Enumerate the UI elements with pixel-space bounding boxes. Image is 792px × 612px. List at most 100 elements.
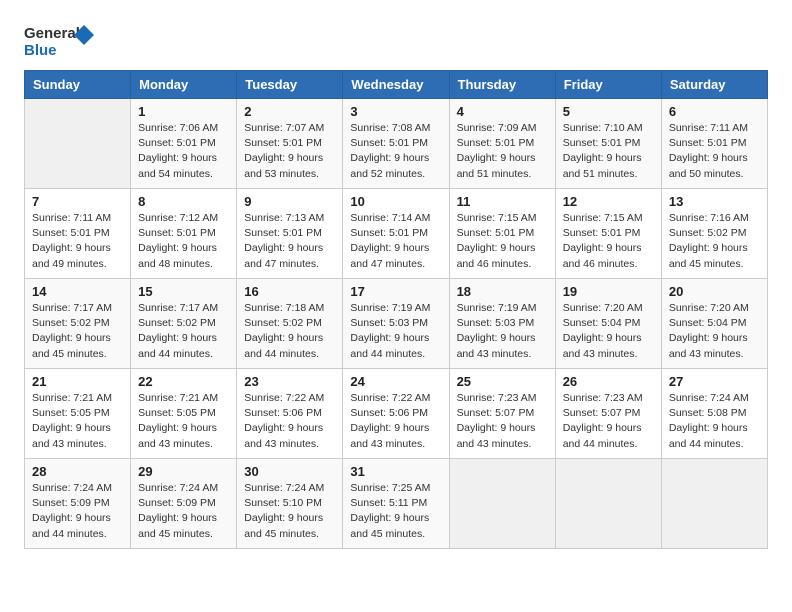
- day-number: 24: [350, 374, 441, 389]
- day-info: Sunrise: 7:09 AM Sunset: 5:01 PM Dayligh…: [457, 121, 548, 182]
- day-info: Sunrise: 7:25 AM Sunset: 5:11 PM Dayligh…: [350, 481, 441, 542]
- svg-text:General: General: [24, 25, 80, 42]
- weekday-header-monday: Monday: [131, 71, 237, 99]
- day-cell: 22 Sunrise: 7:21 AM Sunset: 5:05 PM Dayli…: [131, 369, 237, 459]
- day-cell: 23 Sunrise: 7:22 AM Sunset: 5:06 PM Dayli…: [237, 369, 343, 459]
- day-cell: [661, 459, 767, 549]
- day-cell: 19 Sunrise: 7:20 AM Sunset: 5:04 PM Dayli…: [555, 279, 661, 369]
- day-info: Sunrise: 7:24 AM Sunset: 5:09 PM Dayligh…: [32, 481, 123, 542]
- day-cell: 7Sunrise: 7:11 AM Sunset: 5:01 PM Daylig…: [25, 189, 131, 279]
- day-number: 10: [350, 194, 441, 209]
- day-info: Sunrise: 7:18 AM Sunset: 5:02 PM Dayligh…: [244, 301, 335, 362]
- day-cell: 25 Sunrise: 7:23 AM Sunset: 5:07 PM Dayli…: [449, 369, 555, 459]
- day-number: 25: [457, 374, 548, 389]
- day-cell: 31 Sunrise: 7:25 AM Sunset: 5:11 PM Dayli…: [343, 459, 449, 549]
- day-number: 27: [669, 374, 760, 389]
- day-info: Sunrise: 7:19 AM Sunset: 5:03 PM Dayligh…: [457, 301, 548, 362]
- day-number: 9: [244, 194, 335, 209]
- weekday-header-saturday: Saturday: [661, 71, 767, 99]
- day-cell: 26 Sunrise: 7:23 AM Sunset: 5:07 PM Dayli…: [555, 369, 661, 459]
- day-info: Sunrise: 7:15 AM Sunset: 5:01 PM Dayligh…: [563, 211, 654, 272]
- day-info: Sunrise: 7:24 AM Sunset: 5:09 PM Dayligh…: [138, 481, 229, 542]
- day-info: Sunrise: 7:06 AM Sunset: 5:01 PM Dayligh…: [138, 121, 229, 182]
- day-number: 30: [244, 464, 335, 479]
- day-cell: [449, 459, 555, 549]
- day-number: 14: [32, 284, 123, 299]
- day-info: Sunrise: 7:17 AM Sunset: 5:02 PM Dayligh…: [32, 301, 123, 362]
- day-number: 26: [563, 374, 654, 389]
- day-number: 16: [244, 284, 335, 299]
- day-cell: 11 Sunrise: 7:15 AM Sunset: 5:01 PM Dayli…: [449, 189, 555, 279]
- day-number: 2: [244, 104, 335, 119]
- day-cell: 18 Sunrise: 7:19 AM Sunset: 5:03 PM Dayli…: [449, 279, 555, 369]
- day-number: 6: [669, 104, 760, 119]
- day-info: Sunrise: 7:21 AM Sunset: 5:05 PM Dayligh…: [32, 391, 123, 452]
- weekday-header-tuesday: Tuesday: [237, 71, 343, 99]
- day-cell: 30 Sunrise: 7:24 AM Sunset: 5:10 PM Dayli…: [237, 459, 343, 549]
- logo: GeneralBlue: [24, 20, 94, 60]
- day-cell: 8 Sunrise: 7:12 AM Sunset: 5:01 PM Daylig…: [131, 189, 237, 279]
- day-cell: 29 Sunrise: 7:24 AM Sunset: 5:09 PM Dayli…: [131, 459, 237, 549]
- day-cell: 10 Sunrise: 7:14 AM Sunset: 5:01 PM Dayli…: [343, 189, 449, 279]
- day-cell: 1Sunrise: 7:06 AM Sunset: 5:01 PM Daylig…: [131, 99, 237, 189]
- day-info: Sunrise: 7:20 AM Sunset: 5:04 PM Dayligh…: [563, 301, 654, 362]
- day-cell: 4 Sunrise: 7:09 AM Sunset: 5:01 PM Daylig…: [449, 99, 555, 189]
- day-info: Sunrise: 7:20 AM Sunset: 5:04 PM Dayligh…: [669, 301, 760, 362]
- day-number: 23: [244, 374, 335, 389]
- day-info: Sunrise: 7:15 AM Sunset: 5:01 PM Dayligh…: [457, 211, 548, 272]
- day-cell: 3Sunrise: 7:08 AM Sunset: 5:01 PM Daylig…: [343, 99, 449, 189]
- day-cell: 17 Sunrise: 7:19 AM Sunset: 5:03 PM Dayli…: [343, 279, 449, 369]
- day-cell: 9Sunrise: 7:13 AM Sunset: 5:01 PM Daylig…: [237, 189, 343, 279]
- day-info: Sunrise: 7:11 AM Sunset: 5:01 PM Dayligh…: [669, 121, 760, 182]
- weekday-header-wednesday: Wednesday: [343, 71, 449, 99]
- day-cell: 2Sunrise: 7:07 AM Sunset: 5:01 PM Daylig…: [237, 99, 343, 189]
- day-number: 29: [138, 464, 229, 479]
- day-number: 21: [32, 374, 123, 389]
- day-info: Sunrise: 7:16 AM Sunset: 5:02 PM Dayligh…: [669, 211, 760, 272]
- day-info: Sunrise: 7:10 AM Sunset: 5:01 PM Dayligh…: [563, 121, 654, 182]
- day-info: Sunrise: 7:21 AM Sunset: 5:05 PM Dayligh…: [138, 391, 229, 452]
- day-number: 11: [457, 194, 548, 209]
- day-info: Sunrise: 7:24 AM Sunset: 5:10 PM Dayligh…: [244, 481, 335, 542]
- day-number: 5: [563, 104, 654, 119]
- week-row-5: 28 Sunrise: 7:24 AM Sunset: 5:09 PM Dayli…: [25, 459, 768, 549]
- day-cell: 12 Sunrise: 7:15 AM Sunset: 5:01 PM Dayli…: [555, 189, 661, 279]
- day-info: Sunrise: 7:11 AM Sunset: 5:01 PM Dayligh…: [32, 211, 123, 272]
- day-cell: 16 Sunrise: 7:18 AM Sunset: 5:02 PM Dayli…: [237, 279, 343, 369]
- day-info: Sunrise: 7:24 AM Sunset: 5:08 PM Dayligh…: [669, 391, 760, 452]
- day-cell: 5 Sunrise: 7:10 AM Sunset: 5:01 PM Daylig…: [555, 99, 661, 189]
- day-info: Sunrise: 7:22 AM Sunset: 5:06 PM Dayligh…: [244, 391, 335, 452]
- day-cell: 13 Sunrise: 7:16 AM Sunset: 5:02 PM Dayli…: [661, 189, 767, 279]
- day-cell: 15 Sunrise: 7:17 AM Sunset: 5:02 PM Dayli…: [131, 279, 237, 369]
- day-number: 22: [138, 374, 229, 389]
- day-number: 31: [350, 464, 441, 479]
- day-info: Sunrise: 7:22 AM Sunset: 5:06 PM Dayligh…: [350, 391, 441, 452]
- day-info: Sunrise: 7:23 AM Sunset: 5:07 PM Dayligh…: [563, 391, 654, 452]
- day-number: 17: [350, 284, 441, 299]
- day-number: 18: [457, 284, 548, 299]
- weekday-header-sunday: Sunday: [25, 71, 131, 99]
- day-number: 4: [457, 104, 548, 119]
- week-row-4: 21 Sunrise: 7:21 AM Sunset: 5:05 PM Dayli…: [25, 369, 768, 459]
- day-info: Sunrise: 7:12 AM Sunset: 5:01 PM Dayligh…: [138, 211, 229, 272]
- day-number: 13: [669, 194, 760, 209]
- day-number: 8: [138, 194, 229, 209]
- day-cell: 24 Sunrise: 7:22 AM Sunset: 5:06 PM Dayli…: [343, 369, 449, 459]
- day-info: Sunrise: 7:14 AM Sunset: 5:01 PM Dayligh…: [350, 211, 441, 272]
- day-cell: 20Sunrise: 7:20 AM Sunset: 5:04 PM Dayli…: [661, 279, 767, 369]
- weekday-header-friday: Friday: [555, 71, 661, 99]
- day-number: 12: [563, 194, 654, 209]
- weekday-header-thursday: Thursday: [449, 71, 555, 99]
- day-cell: [25, 99, 131, 189]
- day-cell: 21 Sunrise: 7:21 AM Sunset: 5:05 PM Dayli…: [25, 369, 131, 459]
- day-number: 15: [138, 284, 229, 299]
- day-number: 19: [563, 284, 654, 299]
- week-row-1: 1Sunrise: 7:06 AM Sunset: 5:01 PM Daylig…: [25, 99, 768, 189]
- page-header: GeneralBlue: [24, 20, 768, 60]
- day-info: Sunrise: 7:19 AM Sunset: 5:03 PM Dayligh…: [350, 301, 441, 362]
- day-number: 28: [32, 464, 123, 479]
- day-info: Sunrise: 7:23 AM Sunset: 5:07 PM Dayligh…: [457, 391, 548, 452]
- day-info: Sunrise: 7:17 AM Sunset: 5:02 PM Dayligh…: [138, 301, 229, 362]
- svg-text:Blue: Blue: [24, 42, 57, 59]
- week-row-3: 14 Sunrise: 7:17 AM Sunset: 5:02 PM Dayli…: [25, 279, 768, 369]
